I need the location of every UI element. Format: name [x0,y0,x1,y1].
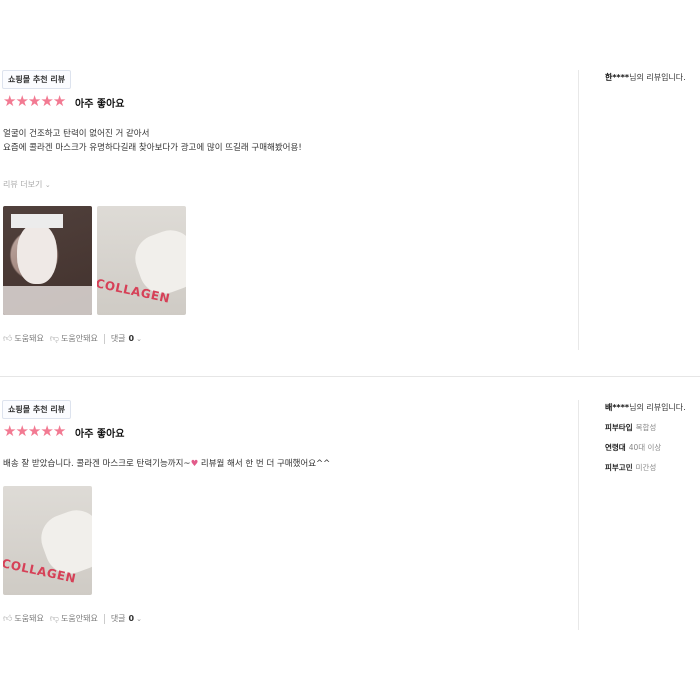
star-icon: ★ [15,422,29,440]
helpful-label: 도움돼요 [14,614,44,623]
reviewer-attribute: 피부타입 복합성 [605,422,686,433]
action-divider [103,613,105,624]
star-icon: ★ [40,422,54,440]
rating-label: 아주 좋아요 [75,429,125,440]
not-helpful-button[interactable]: 👎︎ 도움안돼요 [50,613,98,624]
star-icon: ★ [40,92,54,110]
review-item: 쇼핑몰 추천 리뷰 ★ ★ ★ ★ ★ 아주 좋아요 배송 잘 받았습니다. 콜… [0,400,700,640]
chevron-down-icon: ⌄ [136,334,142,343]
attribute-value: 미간성 [635,463,657,472]
comment-count: 0 [128,614,135,623]
review-separator [0,376,700,377]
star-icon: ★ [3,422,17,440]
photo-clothing [3,286,92,315]
comment-button[interactable]: 댓글 0 ⌄ [111,333,142,344]
review-photo[interactable] [3,206,92,315]
attribute-key: 피부고민 [605,463,633,472]
reviewer-name: 배**** [605,403,630,412]
thumb-down-icon: 👎︎ [49,333,59,344]
not-helpful-button[interactable]: 👎︎ 도움안돼요 [50,333,98,344]
review-item: 쇼핑몰 추천 리뷰 ★ ★ ★ ★ ★ 아주 좋아요 얼굴이 건조하고 탄력이 … [0,70,700,360]
star-icon: ★ [27,422,42,440]
star-icon: ★ [52,422,67,440]
reviewer-info: 한****님의 리뷰입니다. [605,72,686,83]
review-photo[interactable]: COLLAGEN [97,206,186,315]
star-icon: ★ [52,92,67,110]
recommended-badge: 쇼핑몰 추천 리뷰 [2,70,72,89]
review-text-part: 리뷰월 해서 한 번 더 구매했어요^^ [198,459,331,469]
star-icon: ★ [3,92,17,110]
rating-label: 아주 좋아요 [75,99,125,110]
photo-censor-bar [11,214,63,228]
star-rating: ★ ★ ★ ★ ★ [3,92,67,110]
helpful-label: 도움돼요 [14,334,44,343]
helpful-button[interactable]: 👍︎ 도움돼요 [3,613,44,624]
reviewer-attribute: 피부고민 미간성 [605,462,686,473]
star-icon: ★ [27,92,42,110]
comment-label: 댓글 [110,334,126,343]
review-more-link[interactable]: 리뷰 더보기 ⌄ [3,179,51,190]
star-rating: ★ ★ ★ ★ ★ [3,422,67,440]
action-divider [103,333,105,344]
attribute-value: 40대 이상 [628,443,662,452]
reviewer-suffix: 님의 리뷰입니다. [629,403,686,412]
not-helpful-label: 도움안돼요 [61,614,98,623]
attribute-value: 복합성 [635,423,657,432]
photo-face-mask [17,224,57,284]
review-text-line: 요즘에 콜라겐 마스크가 유명하다길래 찾아보다가 광고에 많이 뜨길래 구매해… [3,143,302,153]
thumb-up-icon: 👍︎ [3,613,13,624]
attribute-key: 피부타입 [605,423,633,432]
comment-label: 댓글 [110,614,126,623]
attribute-key: 연령대 [605,443,626,452]
star-icon: ★ [15,92,29,110]
reviewer-name: 한**** [605,73,630,82]
chevron-down-icon: ⌄ [44,181,51,189]
thumb-down-icon: 👎︎ [49,613,59,624]
review-text: 얼굴이 건조하고 탄력이 없어진 거 같아서 요즘에 콜라겐 마스크가 유명하다… [3,127,302,155]
comment-count: 0 [128,334,135,343]
comment-button[interactable]: 댓글 0 ⌄ [111,613,142,624]
column-divider [578,70,579,350]
helpful-button[interactable]: 👍︎ 도움돼요 [3,333,44,344]
recommended-badge: 쇼핑몰 추천 리뷰 [2,400,72,419]
review-actions: 👍︎ 도움돼요 👎︎ 도움안돼요 댓글 0 ⌄ [3,613,148,624]
review-actions: 👍︎ 도움돼요 👎︎ 도움안돼요 댓글 0 ⌄ [3,333,148,344]
chevron-down-icon: ⌄ [136,614,142,623]
review-text: 배송 잘 받았습니다. 콜라겐 마스크로 탄력기능까지~♥ 리뷰월 해서 한 번… [3,457,330,471]
review-photo[interactable]: COLLAGEN [3,486,92,595]
reviewer-attribute: 연령대 40대 이상 [605,442,686,453]
not-helpful-label: 도움안돼요 [61,334,98,343]
reviewer-info: 배****님의 리뷰입니다. 피부타입 복합성 연령대 40대 이상 피부고민 미간성 [605,402,686,473]
reviewer-suffix: 님의 리뷰입니다. [629,73,686,82]
column-divider [578,400,579,630]
review-text-part: 배송 잘 받았습니다. 콜라겐 마스크로 탄력기능까지~ [3,459,191,469]
review-more-label: 리뷰 더보기 [3,180,43,189]
thumb-up-icon: 👍︎ [3,333,13,344]
review-text-line: 얼굴이 건조하고 탄력이 없어진 거 같아서 [3,129,150,139]
